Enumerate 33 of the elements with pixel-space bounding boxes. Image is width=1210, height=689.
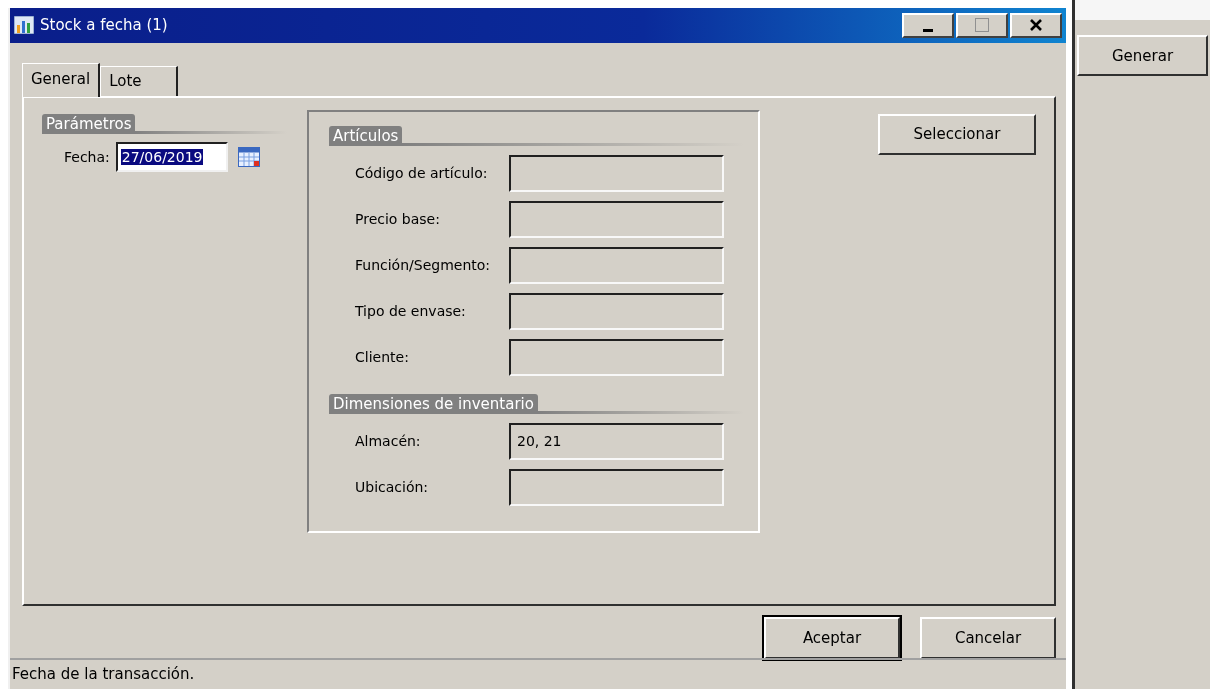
date-field[interactable]: 27/06/2019 [115,141,228,172]
field-label: Precio base: [354,211,441,228]
maximize-button[interactable] [956,12,1008,38]
input-field[interactable]: 20, 21 [509,422,724,460]
chart-icon [14,16,34,35]
close-button[interactable] [1010,12,1062,38]
input-field[interactable] [509,246,724,284]
select-button[interactable]: Seleccionar [878,113,1036,155]
field-label: Cliente: [354,349,410,366]
section-heading: Parámetros [42,113,136,134]
minimize-button[interactable] [902,12,954,38]
dialog-button[interactable]: Cancelar [920,616,1056,659]
field-label: Código de artículo: [354,165,489,182]
field-label: Función/Segmento: [354,257,492,274]
section-heading: Dimensiones de inventario [329,393,538,414]
generate-button[interactable]: Generar [1077,35,1208,76]
input-field[interactable] [509,154,724,192]
calendar-icon[interactable] [237,146,260,167]
dialog-button[interactable]: Aceptar [764,616,900,659]
field-label: Ubicación: [354,479,430,496]
status-text: Fecha de la transacción. [12,665,195,684]
tab[interactable]: Lote [100,65,179,96]
tab[interactable]: General [22,62,101,97]
input-field[interactable] [509,292,724,330]
input-field[interactable] [509,338,724,376]
field-label: Tipo de envase: [354,303,467,320]
section-heading: Artículos [329,125,403,146]
close-icon [1029,19,1043,32]
field-label: Fecha: [64,148,110,165]
input-field[interactable] [509,468,724,506]
input-field[interactable] [509,200,724,238]
window-title: Stock a fecha (1) [40,16,168,35]
field-label: Almacén: [354,433,422,450]
